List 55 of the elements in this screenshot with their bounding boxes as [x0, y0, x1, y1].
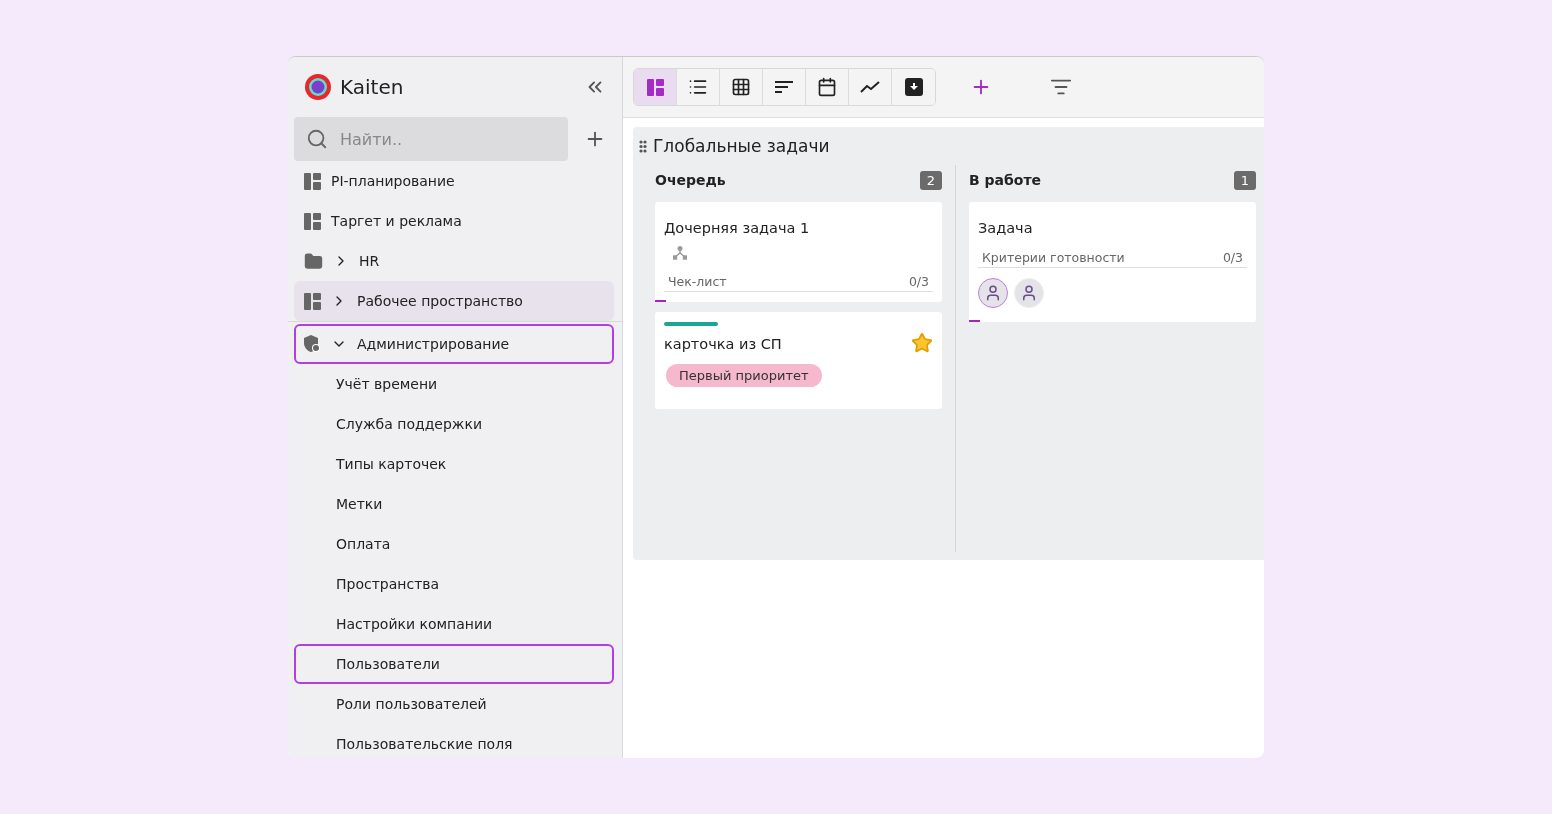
search-field[interactable]: Найти.. [294, 117, 568, 161]
app-name: Kaiten [340, 75, 405, 99]
board-icon [304, 212, 321, 230]
sidebar-item[interactable]: Таргет и реклама [294, 201, 614, 241]
sidebar-item[interactable]: Пользователи [294, 644, 614, 684]
calendar-icon [817, 77, 837, 97]
item-label: Таргет и реклама [331, 213, 462, 229]
progress-marker [969, 320, 980, 322]
sidebar-item[interactable]: HR [294, 241, 614, 281]
sort-icon [774, 80, 794, 94]
sidebar-item[interactable]: Роли пользователей [294, 684, 614, 724]
shield-icon [304, 335, 321, 353]
item-label: PI-планирование [331, 173, 455, 189]
board-icon [304, 292, 321, 310]
checklist-label: Чек-лист [668, 274, 727, 289]
priority-tag: Первый приоритет [666, 364, 822, 387]
item-label: HR [359, 253, 380, 269]
sidebar-item[interactable]: Оплата [294, 524, 614, 564]
checklist-label: Критерии готовности [982, 250, 1125, 265]
progress-marker [655, 300, 666, 302]
card-count: 1 [1233, 170, 1256, 190]
card-title: Дочерняя задача 1 [664, 219, 810, 236]
item-label: Рабочее пространство [357, 293, 523, 309]
grid-icon [731, 77, 751, 97]
archive-icon [904, 78, 923, 96]
sidebar-item[interactable]: PI-планирование [294, 161, 614, 201]
item-label: Администрирование [357, 336, 510, 352]
task-card[interactable]: Задача Критерии готовности 0/3 [969, 202, 1256, 322]
list-icon [688, 77, 708, 97]
checklist-progress: 0/3 [908, 274, 929, 289]
board-icon [646, 78, 664, 96]
sidebar-item[interactable]: Учёт времени [294, 364, 614, 404]
folder-icon [304, 251, 323, 271]
checklist-progress: 0/3 [1222, 250, 1243, 265]
line-chart-icon [860, 81, 880, 93]
task-card[interactable]: карточка из СП Первый приоритет [655, 312, 942, 409]
sidebar-item[interactable]: Рабочее пространство [294, 281, 614, 321]
card-count: 2 [919, 170, 942, 190]
sidebar-item[interactable]: Служба поддержки [294, 404, 614, 444]
sidebar-item[interactable]: Типы карточек [294, 444, 614, 484]
column-title: Очередь [655, 172, 726, 188]
card-title: Задача [978, 219, 1033, 236]
column-title: В работе [969, 172, 1042, 188]
sidebar-item[interactable]: Настройки компании [294, 604, 614, 644]
logo-icon [304, 73, 332, 101]
card-title: карточка из СП [664, 335, 782, 352]
drag-handle-icon[interactable] [639, 139, 647, 153]
board-title: Глобальные задачи [653, 136, 830, 156]
sidebar-item[interactable]: Пространства [294, 564, 614, 604]
task-card[interactable]: Дочерняя задача 1 Чек-лист 0/3 [655, 202, 942, 302]
sidebar-item[interactable]: Метки [294, 484, 614, 524]
search-icon [306, 128, 328, 150]
sidebar-item[interactable]: Пользовательские поля [294, 724, 614, 758]
sidebar-item[interactable]: Администрирование [294, 324, 614, 364]
board-icon [304, 172, 321, 190]
